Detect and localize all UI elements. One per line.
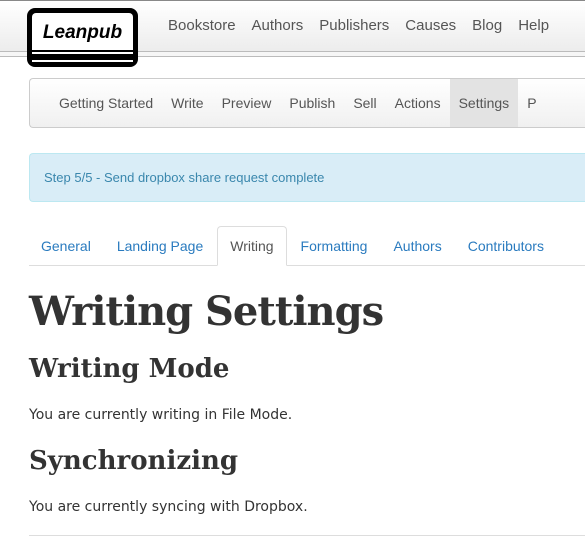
nav-help[interactable]: Help	[518, 17, 549, 34]
subnav-actions[interactable]: Actions	[386, 79, 450, 127]
nav-bookstore[interactable]: Bookstore	[168, 17, 236, 34]
writing-mode-heading: Writing Mode	[29, 354, 230, 384]
subnav-settings[interactable]: Settings	[449, 79, 519, 127]
tab-landing-page[interactable]: Landing Page	[105, 226, 215, 265]
top-nav: Bookstore Authors Publishers Causes Blog…	[168, 17, 549, 34]
subnav-preview[interactable]: Preview	[213, 79, 281, 127]
subnav-more[interactable]: P	[518, 79, 545, 127]
nav-causes[interactable]: Causes	[405, 17, 456, 34]
tab-authors[interactable]: Authors	[381, 226, 453, 265]
status-alert: Step 5/5 - Send dropbox share request co…	[29, 153, 585, 202]
subnav-getting-started[interactable]: Getting Started	[50, 79, 162, 127]
synchronizing-heading: Synchronizing	[29, 446, 239, 476]
tab-formatting[interactable]: Formatting	[289, 226, 380, 265]
book-nav: Getting Started Write Preview Publish Se…	[29, 78, 585, 128]
tab-contributors[interactable]: Contributors	[456, 226, 556, 265]
subnav-sell[interactable]: Sell	[344, 79, 385, 127]
leanpub-logo[interactable]: Leanpub	[27, 8, 138, 67]
subnav-publish[interactable]: Publish	[280, 79, 344, 127]
page-title: Writing Settings	[29, 288, 384, 335]
synchronizing-text: You are currently syncing with Dropbox.	[29, 499, 308, 515]
logo-text: Leanpub	[32, 13, 133, 50]
nav-publishers[interactable]: Publishers	[319, 17, 389, 34]
nav-authors[interactable]: Authors	[252, 17, 304, 34]
tab-writing[interactable]: Writing	[217, 226, 287, 266]
divider	[29, 535, 585, 536]
nav-blog[interactable]: Blog	[472, 17, 502, 34]
tab-general[interactable]: General	[29, 226, 103, 265]
book-icon	[32, 52, 133, 62]
subnav-write[interactable]: Write	[162, 79, 212, 127]
writing-mode-text: You are currently writing in File Mode.	[29, 407, 293, 423]
settings-tabs: General Landing Page Writing Formatting …	[29, 226, 585, 266]
